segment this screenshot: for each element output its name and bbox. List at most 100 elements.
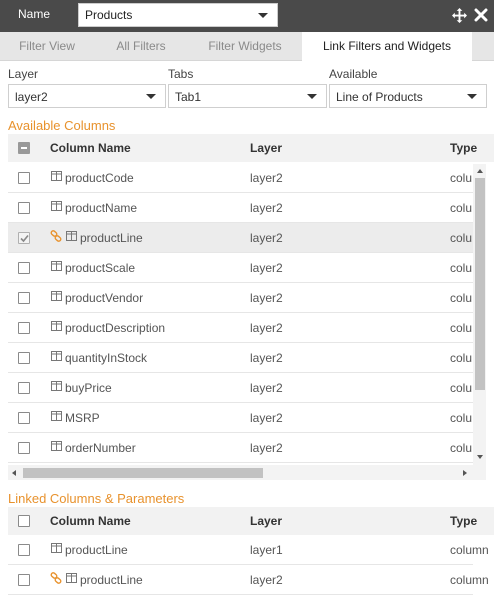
column-name-cell: productName [65, 201, 138, 215]
select-all-linked-checkbox[interactable] [18, 515, 30, 527]
table-row[interactable]: quantityInStock layer2 colu [8, 343, 473, 373]
table-row[interactable]: productDescription layer2 colu [8, 313, 473, 343]
column-name-cell: productScale [65, 261, 136, 275]
layer-cell: layer2 [250, 351, 283, 365]
checkbox[interactable] [18, 352, 30, 364]
table-row[interactable]: productLine layer1 column [8, 535, 489, 565]
available-select-value: Line of Products [336, 90, 423, 104]
column-name-cell: productDescription [65, 321, 166, 335]
vertical-scrollbar[interactable] [473, 164, 486, 465]
column-name-cell: buyPrice [65, 381, 112, 395]
scroll-up-icon[interactable] [477, 169, 483, 173]
linked-columns-title: Linked Columns & Parameters [8, 491, 185, 506]
checkbox[interactable] [18, 544, 30, 556]
checkbox[interactable] [18, 262, 30, 274]
layer-cell: layer2 [250, 201, 283, 215]
table-row[interactable]: productVendor layer2 colu [8, 283, 473, 313]
tabs-select[interactable]: Tab1 [168, 84, 327, 108]
chevron-down-icon [467, 94, 477, 99]
layer-select[interactable]: layer2 [8, 84, 166, 108]
horizontal-scrollbar[interactable] [8, 465, 473, 480]
column-icon [51, 321, 62, 331]
table-row[interactable]: productName layer2 colu [8, 193, 473, 223]
checkbox[interactable] [18, 574, 30, 586]
layer-cell: layer2 [250, 261, 283, 275]
available-columns-title: Available Columns [8, 118, 116, 133]
table-row[interactable]: MSRP layer2 colu [8, 403, 473, 433]
chevron-down-icon [307, 94, 317, 99]
close-icon[interactable] [474, 8, 488, 22]
column-name-cell: productLine [65, 543, 128, 557]
tab-link-filters-and-widgets[interactable]: Link Filters and Widgets [302, 32, 472, 62]
checkbox[interactable] [18, 172, 30, 184]
vertical-scroll-thumb[interactable] [475, 178, 485, 390]
checkbox-checked[interactable] [18, 232, 30, 244]
checkbox[interactable] [18, 322, 30, 334]
move-icon[interactable] [452, 8, 467, 23]
scrollbar-corner [473, 465, 486, 480]
layer-cell: layer2 [250, 573, 283, 587]
name-dropdown[interactable]: Products [78, 3, 278, 27]
column-icon [51, 411, 62, 421]
column-icon [51, 441, 62, 451]
layer-select-value: layer2 [15, 90, 48, 104]
checkbox[interactable] [18, 382, 30, 394]
layer-cell: layer1 [250, 543, 283, 557]
column-icon [51, 261, 62, 271]
table-row[interactable]: productCode layer2 colu [8, 163, 473, 193]
layer-cell: layer2 [250, 381, 283, 395]
horizontal-scroll-thumb[interactable] [23, 468, 263, 478]
layer-cell: layer2 [250, 321, 283, 335]
type-header[interactable]: Type [450, 514, 477, 528]
column-icon [66, 231, 77, 241]
column-name-header[interactable]: Column Name [50, 141, 131, 155]
tab-filter-view[interactable]: Filter View [0, 32, 94, 61]
table-row[interactable]: productLine layer2 colu [8, 223, 473, 253]
column-icon [51, 171, 62, 181]
title-bar: Name Products [0, 0, 494, 32]
column-name-cell: productCode [65, 171, 134, 185]
linked-columns-header: Column Name Layer Type [8, 507, 494, 535]
tab-filter-widgets[interactable]: Filter Widgets [188, 32, 302, 61]
available-columns-header: Column Name Layer Type [8, 134, 494, 162]
checkbox[interactable] [18, 412, 30, 424]
layer-header[interactable]: Layer [250, 141, 282, 155]
table-row[interactable]: orderNumber layer2 colu [8, 433, 473, 463]
table-row[interactable]: buyPrice layer2 colu [8, 373, 473, 403]
checkbox[interactable] [18, 292, 30, 304]
chevron-down-icon [258, 13, 268, 18]
layer-cell: layer2 [250, 231, 283, 245]
tab-bar: Filter View All Filters Filter Widgets L… [0, 32, 494, 62]
scroll-right-icon[interactable] [463, 470, 467, 476]
layer-cell: layer2 [250, 441, 283, 455]
layer-label: Layer [8, 67, 39, 81]
scroll-left-icon[interactable] [12, 470, 16, 476]
table-row[interactable]: productLine layer2 column [8, 565, 489, 595]
column-name-cell: productLine [80, 231, 143, 245]
tabs-select-value: Tab1 [175, 90, 202, 104]
name-label: Name [18, 7, 51, 21]
checkbox[interactable] [18, 442, 30, 454]
scroll-down-icon[interactable] [477, 455, 483, 459]
column-name-cell: MSRP [65, 411, 100, 425]
available-label: Available [329, 67, 378, 81]
name-dropdown-value: Products [85, 8, 133, 22]
type-header[interactable]: Type [450, 141, 477, 155]
column-icon [51, 351, 62, 361]
column-name-header[interactable]: Column Name [50, 514, 131, 528]
column-icon [51, 201, 62, 211]
layer-header[interactable]: Layer [250, 514, 282, 528]
type-cell: column [450, 573, 489, 587]
checkbox[interactable] [18, 202, 30, 214]
available-select[interactable]: Line of Products [329, 84, 487, 108]
column-icon [51, 291, 62, 301]
layer-cell: layer2 [250, 411, 283, 425]
tabs-label: Tabs [168, 67, 194, 81]
column-name-cell: orderNumber [65, 441, 136, 455]
type-cell: column [450, 543, 489, 557]
chevron-down-icon [146, 94, 156, 99]
table-row[interactable]: productScale layer2 colu [8, 253, 473, 283]
select-all-checkbox[interactable] [18, 142, 30, 154]
tab-all-filters[interactable]: All Filters [94, 32, 188, 61]
column-name-cell: productVendor [65, 291, 144, 305]
